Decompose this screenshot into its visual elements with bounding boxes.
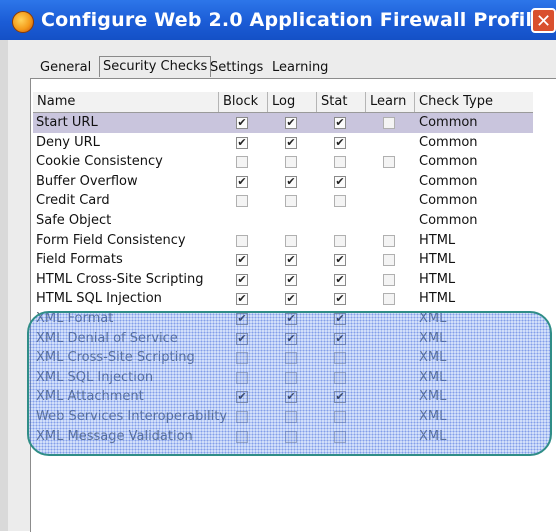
log-checkbox[interactable]: ✔ — [285, 117, 297, 129]
learn-checkbox[interactable] — [383, 234, 395, 247]
stat-checkbox[interactable]: ✔ — [334, 254, 346, 267]
column-header-stat[interactable]: Stat — [317, 92, 366, 112]
tab-learning[interactable]: Learning — [272, 58, 328, 78]
block-checkbox[interactable] — [236, 156, 248, 169]
tab-security-checks[interactable]: Security Checks — [99, 56, 212, 77]
stat-checkbox[interactable] — [334, 195, 346, 208]
log-checkbox[interactable]: ✔ — [285, 136, 297, 149]
stat-checkbox[interactable]: ✔ — [334, 136, 346, 149]
window-title: Configure Web 2.0 Application Firewall P… — [41, 9, 546, 31]
log-checkbox[interactable]: ✔ — [285, 273, 297, 286]
log-checkbox[interactable]: ✔ — [285, 293, 297, 306]
check-name: Credit Card — [36, 193, 110, 209]
check-name: Field Formats — [36, 252, 123, 268]
app-logo-icon — [12, 11, 34, 33]
log-checkbox[interactable]: ✔ — [285, 175, 297, 188]
table-row[interactable]: Deny URL ✔ ✔ ✔ Common — [33, 133, 533, 153]
tab-settings[interactable]: Settings — [210, 58, 263, 78]
table-row[interactable]: Buffer Overflow ✔ ✔ ✔ Common — [33, 172, 533, 192]
check-name: Deny URL — [36, 134, 100, 150]
block-checkbox[interactable] — [236, 234, 248, 247]
log-checkbox[interactable]: ✔ — [285, 254, 297, 267]
learn-checkbox[interactable] — [383, 156, 395, 169]
column-header-learn[interactable]: Learn — [366, 92, 415, 112]
check-type: Common — [419, 154, 478, 170]
check-type: Common — [419, 134, 478, 150]
table-row[interactable]: Safe Object Common — [33, 211, 533, 231]
log-checkbox[interactable] — [285, 195, 297, 208]
check-type: Common — [419, 173, 478, 189]
check-type: HTML — [419, 291, 456, 307]
stat-checkbox[interactable]: ✔ — [334, 175, 346, 188]
check-name: Form Field Consistency — [36, 232, 186, 248]
check-type: Common — [419, 193, 478, 209]
check-name: HTML Cross-Site Scripting — [36, 271, 204, 287]
check-type: HTML — [419, 232, 456, 248]
table-header: Name Block Log Stat Learn Check Type — [33, 92, 533, 113]
check-name: Buffer Overflow — [36, 173, 138, 189]
log-checkbox[interactable] — [285, 234, 297, 247]
block-checkbox[interactable] — [236, 195, 248, 208]
learn-checkbox[interactable] — [383, 254, 395, 267]
learn-checkbox[interactable] — [383, 273, 395, 286]
table-row[interactable]: Form Field Consistency HTML — [33, 231, 533, 251]
block-checkbox[interactable]: ✔ — [236, 136, 248, 149]
stat-checkbox[interactable]: ✔ — [334, 293, 346, 306]
check-name: Safe Object — [36, 213, 112, 228]
column-header-log[interactable]: Log — [268, 92, 317, 112]
column-header-name[interactable]: Name — [33, 92, 219, 112]
title-bar[interactable]: Configure Web 2.0 Application Firewall P… — [0, 0, 556, 40]
block-checkbox[interactable]: ✔ — [236, 273, 248, 286]
tab-general[interactable]: General — [40, 58, 91, 78]
table-row[interactable]: Start URL ✔ ✔ ✔ Common — [33, 113, 533, 133]
stat-checkbox[interactable]: ✔ — [334, 117, 346, 129]
table-row[interactable]: HTML Cross-Site Scripting ✔ ✔ ✔ HTML — [33, 270, 533, 290]
column-header-check-type[interactable]: Check Type — [415, 92, 533, 112]
block-checkbox[interactable]: ✔ — [236, 117, 248, 129]
table-row[interactable]: Cookie Consistency Common — [33, 152, 533, 172]
learn-checkbox[interactable] — [383, 117, 395, 129]
check-name: HTML SQL Injection — [36, 291, 162, 307]
column-header-block[interactable]: Block — [219, 92, 268, 112]
check-name: Start URL — [36, 115, 98, 130]
block-checkbox[interactable]: ✔ — [236, 175, 248, 188]
stat-checkbox[interactable]: ✔ — [334, 273, 346, 286]
block-checkbox[interactable]: ✔ — [236, 293, 248, 306]
check-type: Common — [419, 115, 478, 130]
log-checkbox[interactable] — [285, 156, 297, 169]
block-checkbox[interactable]: ✔ — [236, 254, 248, 267]
close-button[interactable]: ✕ — [531, 8, 556, 33]
check-type: Common — [419, 213, 478, 228]
stat-checkbox[interactable] — [334, 234, 346, 247]
check-type: HTML — [419, 271, 456, 287]
learn-checkbox[interactable] — [383, 293, 395, 306]
table-row[interactable]: Field Formats ✔ ✔ ✔ HTML — [33, 250, 533, 270]
app-window: Configure Web 2.0 Application Firewall P… — [0, 0, 556, 532]
check-name: Cookie Consistency — [36, 154, 163, 170]
table-row[interactable]: Credit Card Common — [33, 191, 533, 211]
check-type: HTML — [419, 252, 456, 268]
stat-checkbox[interactable] — [334, 156, 346, 169]
xml-checks-highlight — [27, 311, 552, 456]
table-row[interactable]: HTML SQL Injection ✔ ✔ ✔ HTML — [33, 289, 533, 309]
